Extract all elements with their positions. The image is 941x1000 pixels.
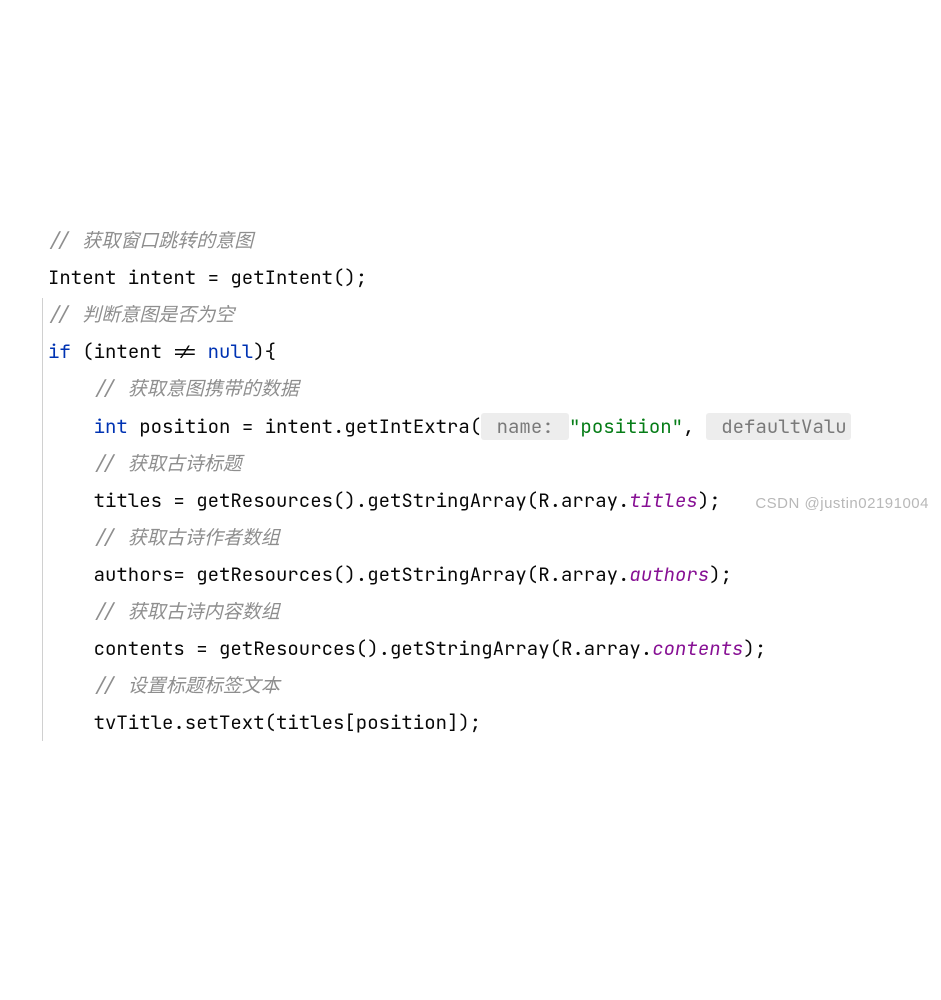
code-text: position = intent.getIntExtra( [128, 414, 481, 439]
keyword-if: if [48, 339, 71, 364]
keyword-null: null [208, 339, 254, 364]
code-line: Intent intent = getIntent(); [48, 265, 367, 290]
code-comment: // 设置标题标签文本 [94, 673, 280, 698]
code-text: authors= getResources().getStringArray(R… [94, 562, 630, 587]
indent-guide [42, 298, 43, 741]
code-text: tvTitle.setText(titles[position]); [94, 710, 482, 735]
code-editor[interactable]: // 获取窗口跳转的意图 Intent intent = getIntent()… [0, 148, 941, 741]
code-comment: // 获取窗口跳转的意图 [48, 228, 253, 253]
type-int: int [94, 414, 128, 439]
code-comment: // 获取古诗标题 [94, 451, 242, 476]
field-contents: contents [652, 636, 743, 661]
param-hint-default: defaultValu [706, 413, 851, 440]
watermark-text: CSDN @justin02191004 [755, 489, 929, 518]
param-hint-name: name: [481, 413, 569, 440]
code-comment: // 获取意图携带的数据 [94, 376, 299, 401]
code-text: ); [698, 488, 721, 513]
code-text: , [683, 414, 706, 439]
code-comment: // 判断意图是否为空 [48, 302, 234, 327]
field-authors: authors [629, 562, 709, 587]
code-text: ); [743, 636, 766, 661]
code-comment: // 获取古诗作者数组 [94, 525, 280, 550]
code-comment: // 获取古诗内容数组 [94, 599, 280, 624]
field-titles: titles [629, 488, 697, 513]
code-text: titles = getResources().getStringArray(R… [94, 488, 630, 513]
code-text: ){ [253, 339, 276, 364]
code-text: (intent != [71, 339, 208, 364]
string-literal: "position" [569, 414, 683, 439]
code-text: contents = getResources().getStringArray… [94, 636, 653, 661]
code-text: ); [709, 562, 732, 587]
